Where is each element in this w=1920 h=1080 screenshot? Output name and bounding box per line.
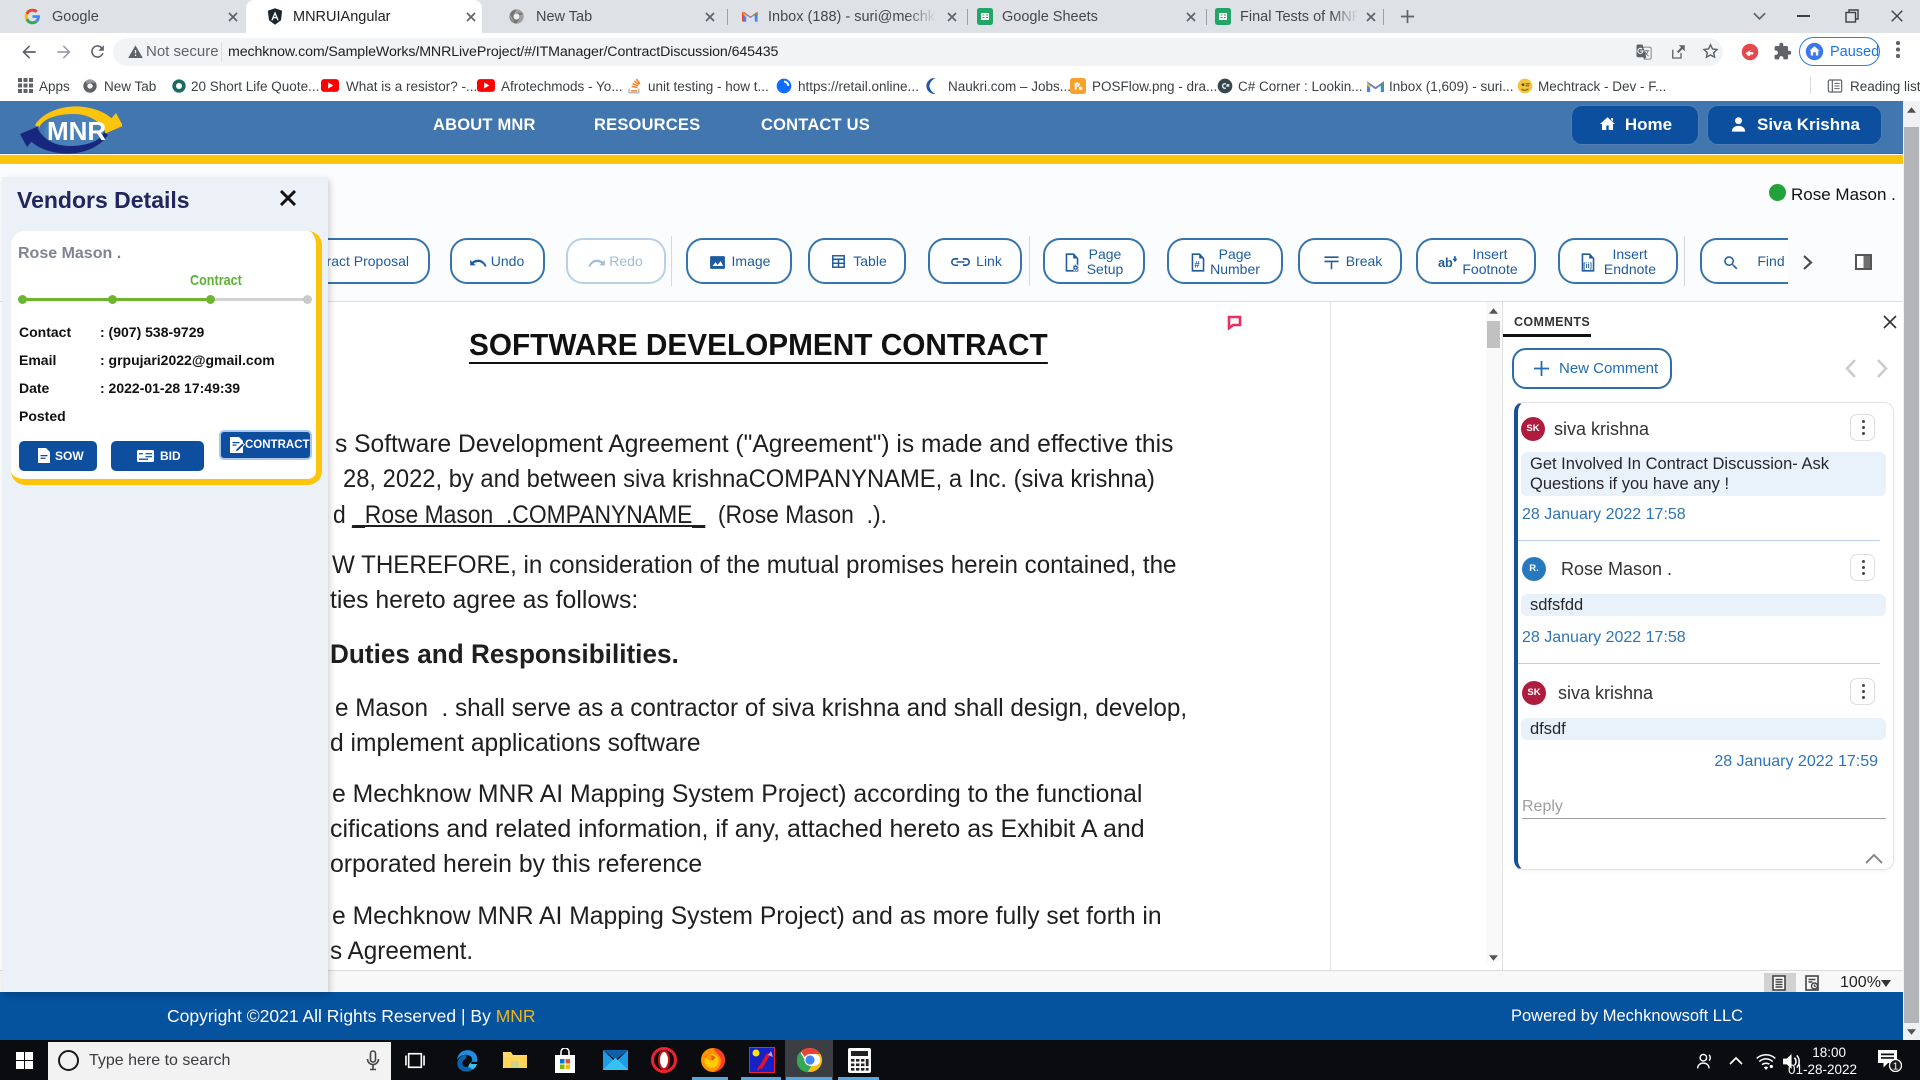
svg-text:MNR: MNR bbox=[47, 116, 106, 146]
svg-text:1: 1 bbox=[1893, 1061, 1899, 1072]
